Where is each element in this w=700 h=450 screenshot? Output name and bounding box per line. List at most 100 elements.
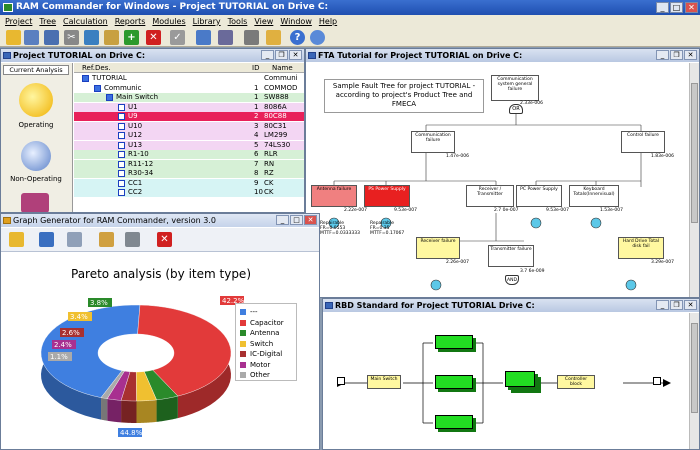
- svg-text:1.1%: 1.1%: [50, 353, 68, 361]
- menu-help[interactable]: Help: [319, 17, 337, 26]
- restore-button[interactable]: ❐: [670, 300, 683, 310]
- tree-row[interactable]: Communic 1 COMMOD: [74, 83, 304, 93]
- menu-tree[interactable]: Tree: [39, 17, 56, 26]
- rbd-block-controller[interactable]: Controller block: [557, 375, 595, 389]
- fta-event-communication[interactable]: Communication failure: [411, 131, 455, 153]
- fta-event-power-supply[interactable]: PS Power Supply: [364, 185, 410, 207]
- tree-row[interactable]: CC1 9 CK: [74, 178, 304, 188]
- fta-event-keyboard[interactable]: Keyboard Totals(Innervisual): [569, 185, 619, 207]
- close-button[interactable]: ✕: [304, 215, 317, 225]
- add-icon[interactable]: +: [124, 30, 139, 45]
- tree-row[interactable]: TUTORIAL Communi: [74, 74, 304, 83]
- rbd-start-node[interactable]: [337, 377, 345, 385]
- tab-current-analysis[interactable]: Current Analysis: [3, 65, 69, 75]
- fta-event-hard-drive[interactable]: Hard Drive Total disk fail: [618, 237, 664, 259]
- rbd-block-1[interactable]: [435, 335, 473, 349]
- item-id: 1: [254, 93, 259, 101]
- rbd-block-2[interactable]: [435, 375, 473, 389]
- save-icon[interactable]: [39, 232, 54, 247]
- tree-row[interactable]: U10 3 80C31: [74, 121, 304, 131]
- menu-reports[interactable]: Reports: [115, 17, 146, 26]
- restore-button[interactable]: ❐: [670, 50, 683, 60]
- minimize-button[interactable]: _: [656, 50, 669, 60]
- close-button[interactable]: ✕: [684, 300, 697, 310]
- col-ref-des[interactable]: Ref.Des.: [82, 63, 111, 73]
- fta-event-receiver-transmitter[interactable]: Receiver / Transmitter: [466, 185, 514, 207]
- close-chart-icon[interactable]: ✕: [157, 232, 172, 247]
- fta-vertical-scrollbar[interactable]: [689, 63, 699, 297]
- fta-event-antenna[interactable]: Antenna failure: [311, 185, 357, 207]
- calculate-icon[interactable]: [196, 30, 211, 45]
- item-id: 1: [254, 102, 259, 111]
- close-button[interactable]: ✕: [685, 2, 698, 13]
- col-name[interactable]: Name: [272, 63, 293, 73]
- cut-icon[interactable]: ✂: [64, 30, 79, 45]
- minimize-button[interactable]: _: [261, 50, 274, 60]
- menu-view[interactable]: View: [254, 17, 273, 26]
- rbd-block-main-switch[interactable]: Main Switch: [367, 375, 401, 389]
- open-folder-icon[interactable]: [6, 30, 21, 45]
- fta-event-pc-power-supply[interactable]: PC Power Supply: [516, 185, 562, 207]
- fmeca-icon[interactable]: [21, 193, 49, 212]
- copy-icon[interactable]: [84, 30, 99, 45]
- minimize-button[interactable]: _: [656, 2, 669, 13]
- delete-icon[interactable]: ✕: [146, 30, 161, 45]
- pie-slice-wall: [101, 397, 108, 421]
- fta-event-transmitter[interactable]: Transmitter failure: [488, 245, 534, 267]
- event-rate: 3.7 6e-009: [520, 269, 545, 274]
- tree-row[interactable]: R30-34 8 RZ: [74, 169, 304, 178]
- fta-window: FTA Tutorial for Project TUTORIAL on Dri…: [305, 48, 700, 298]
- tree-row[interactable]: U9 2 80C88: [74, 112, 304, 121]
- save-icon[interactable]: [24, 30, 39, 45]
- menu-modules[interactable]: Modules: [152, 17, 185, 26]
- minimize-button[interactable]: _: [656, 300, 669, 310]
- tree-row[interactable]: R11-12 7 RN: [74, 159, 304, 169]
- legend-label: IC-Digital: [250, 350, 283, 358]
- rbd-block-group[interactable]: [505, 371, 535, 387]
- library-icon[interactable]: [244, 30, 259, 45]
- operating-icon[interactable]: [19, 83, 53, 117]
- tree-row[interactable]: CC2 10 CK: [74, 188, 304, 197]
- fta-event-control[interactable]: Control failure: [621, 131, 665, 153]
- svg-text:44.8%: 44.8%: [120, 429, 143, 437]
- copy-icon[interactable]: [67, 232, 82, 247]
- print-icon[interactable]: [44, 30, 59, 45]
- tree-row[interactable]: U1 1 8086A: [74, 102, 304, 112]
- menu-window[interactable]: Window: [280, 17, 312, 26]
- tree-row[interactable]: U12 4 LM299: [74, 131, 304, 140]
- col-id[interactable]: ID: [252, 63, 259, 73]
- legend-item: Antenna: [240, 329, 279, 337]
- maximize-button[interactable]: □: [670, 2, 683, 13]
- close-button[interactable]: ✕: [684, 50, 697, 60]
- menu-project[interactable]: Project: [5, 17, 32, 26]
- fta-top-event[interactable]: Communication system general failure: [491, 75, 539, 101]
- paste-icon[interactable]: [104, 30, 119, 45]
- restore-button[interactable]: ❐: [275, 50, 288, 60]
- open-icon[interactable]: [9, 232, 24, 247]
- tree-row[interactable]: R1-10 6 RLR: [74, 150, 304, 159]
- check-icon[interactable]: ✓: [170, 30, 185, 45]
- rbd-end-node[interactable]: [653, 377, 661, 385]
- rbd-block-3[interactable]: [435, 415, 473, 429]
- menu-calculation[interactable]: Calculation: [63, 17, 108, 26]
- info-icon[interactable]: [310, 30, 325, 45]
- menu-tools[interactable]: Tools: [228, 17, 248, 26]
- non-operating-icon[interactable]: [21, 141, 51, 171]
- window-icon: [325, 302, 333, 309]
- help-icon[interactable]: ?: [290, 30, 305, 45]
- fta-event-receiver[interactable]: Receiver failure: [416, 237, 460, 259]
- tree-row[interactable]: U13 5 74LS30: [74, 140, 304, 150]
- app-icon: [3, 3, 13, 12]
- print-icon[interactable]: [125, 232, 140, 247]
- main-toolbar: ✂ + ✕ ✓ ?: [0, 28, 700, 47]
- minimize-button[interactable]: _: [276, 215, 289, 225]
- menu-library[interactable]: Library: [193, 17, 221, 26]
- close-button[interactable]: ✕: [289, 50, 302, 60]
- maximize-button[interactable]: □: [290, 215, 303, 225]
- report-icon[interactable]: [218, 30, 233, 45]
- chart-title: Pareto analysis (by item type): [71, 267, 251, 281]
- edit-icon[interactable]: [266, 30, 281, 45]
- settings-icon[interactable]: [99, 232, 114, 247]
- rbd-vertical-scrollbar[interactable]: [689, 313, 699, 449]
- tree-row[interactable]: Main Switch 1 SW888: [74, 93, 304, 102]
